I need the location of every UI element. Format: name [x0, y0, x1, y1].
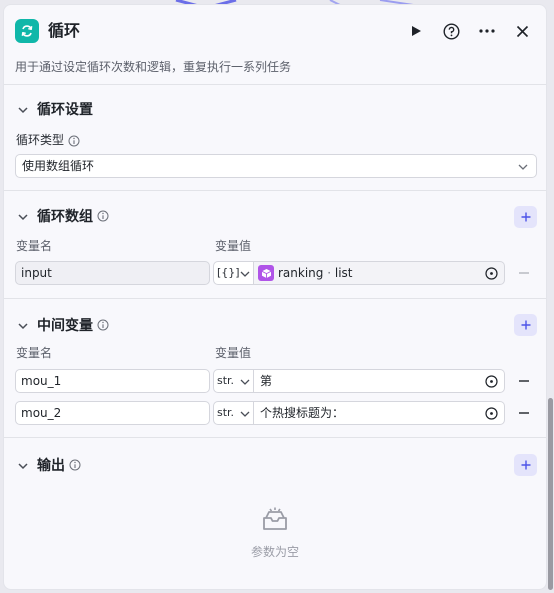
- loop-icon: [15, 19, 39, 43]
- chevron-down-icon: [240, 411, 250, 417]
- divider: [4, 84, 546, 85]
- plus-icon: [521, 460, 530, 470]
- column-header-name: 变量名: [16, 239, 53, 253]
- chevron-down-icon[interactable]: [17, 211, 29, 223]
- remove-row-icon[interactable]: [517, 266, 531, 280]
- reference-text: ranking · list: [278, 265, 353, 281]
- variable-value: 第: [260, 374, 273, 388]
- section-title: 循环设置: [37, 102, 93, 118]
- variable-value-input[interactable]: 第: [254, 369, 505, 393]
- section-intermediate-variables[interactable]: 中间变量: [4, 314, 546, 338]
- run-icon: [412, 26, 421, 36]
- variable-value-input[interactable]: 个热搜标题为：: [254, 401, 505, 425]
- loop-type-label: 循环类型: [16, 133, 65, 147]
- column-header-value: 变量值: [215, 346, 252, 360]
- info-icon[interactable]: [97, 210, 109, 222]
- empty-state: [4, 505, 546, 539]
- section-loop-settings[interactable]: 循环设置: [4, 98, 546, 122]
- column-header-name: 变量名: [16, 346, 53, 360]
- chevron-down-icon[interactable]: [17, 104, 29, 116]
- chevron-down-icon: [240, 271, 250, 277]
- variable-type: [{}]: [217, 266, 240, 279]
- variable-value: 个热搜标题为：: [260, 406, 345, 420]
- info-icon[interactable]: [69, 459, 81, 471]
- chevron-down-icon[interactable]: [17, 320, 29, 332]
- section-title: 循环数组: [37, 209, 93, 225]
- variable-picker-icon[interactable]: [485, 267, 498, 280]
- add-intermediate-variable-button[interactable]: [514, 314, 537, 336]
- node-description: 用于通过设定循环次数和逻辑，重复执行一系列任务: [15, 60, 292, 74]
- remove-row-icon[interactable]: [517, 406, 531, 420]
- panel-header: 循环: [4, 5, 546, 55]
- plus-icon: [521, 212, 530, 222]
- help-button[interactable]: [440, 20, 462, 42]
- close-button[interactable]: [511, 20, 533, 42]
- more-button[interactable]: [476, 20, 498, 42]
- help-icon: [442, 22, 460, 40]
- variable-reference-field[interactable]: ranking · list: [254, 261, 505, 285]
- loop-type-value: 使用数组循环: [22, 159, 95, 173]
- intermediate-variable-name-input[interactable]: mou_2: [15, 401, 210, 425]
- variable-type-select[interactable]: str.: [213, 369, 254, 393]
- variable-type: str.: [217, 406, 235, 419]
- chevron-down-icon[interactable]: [17, 460, 29, 472]
- section-loop-array[interactable]: 循环数组: [4, 205, 546, 229]
- loop-type-select[interactable]: 使用数组循环: [15, 154, 537, 178]
- variable-type-select[interactable]: [{}]: [213, 261, 254, 285]
- divider: [4, 437, 546, 438]
- variable-name: mou_2: [21, 406, 62, 420]
- empty-box-icon: [263, 507, 287, 530]
- chevron-down-icon: [240, 379, 250, 385]
- variable-picker-icon[interactable]: [485, 407, 498, 420]
- info-icon[interactable]: [97, 319, 109, 331]
- intermediate-variable-name-input[interactable]: mou_1: [15, 369, 210, 393]
- divider: [4, 298, 546, 299]
- plus-icon: [521, 320, 530, 330]
- chevron-down-icon: [518, 164, 528, 170]
- empty-state-text: 参数为空: [250, 545, 299, 559]
- scrollbar[interactable]: [548, 398, 553, 590]
- loop-node-panel: 循环 用于通过设定循环次数和逻辑，重复执行一系列任务 循环设置 循环类型 使用数…: [3, 4, 547, 590]
- panel-title: 循环: [48, 21, 81, 40]
- variable-type-select[interactable]: str.: [213, 401, 254, 425]
- add-output-button[interactable]: [514, 454, 537, 476]
- reference-separator: ·: [327, 266, 332, 280]
- variable-name: input: [21, 266, 52, 280]
- divider: [4, 190, 546, 191]
- info-icon[interactable]: [68, 135, 80, 147]
- column-header-value: 变量值: [215, 239, 252, 253]
- section-title: 中间变量: [37, 318, 93, 334]
- variable-type: str.: [217, 374, 235, 387]
- variable-name: mou_1: [21, 374, 62, 388]
- close-icon: [516, 25, 528, 37]
- section-title: 输出: [37, 458, 65, 474]
- remove-row-icon[interactable]: [517, 374, 531, 388]
- reference-field: list: [334, 266, 353, 280]
- add-array-variable-button[interactable]: [514, 206, 537, 228]
- reference-node: ranking: [278, 266, 324, 280]
- array-variable-name-input[interactable]: input: [15, 261, 210, 285]
- plugin-node-icon: [258, 265, 274, 281]
- section-output[interactable]: 输出: [4, 454, 546, 478]
- variable-picker-icon[interactable]: [485, 375, 498, 388]
- run-button[interactable]: [405, 20, 427, 42]
- more-icon: [479, 29, 495, 33]
